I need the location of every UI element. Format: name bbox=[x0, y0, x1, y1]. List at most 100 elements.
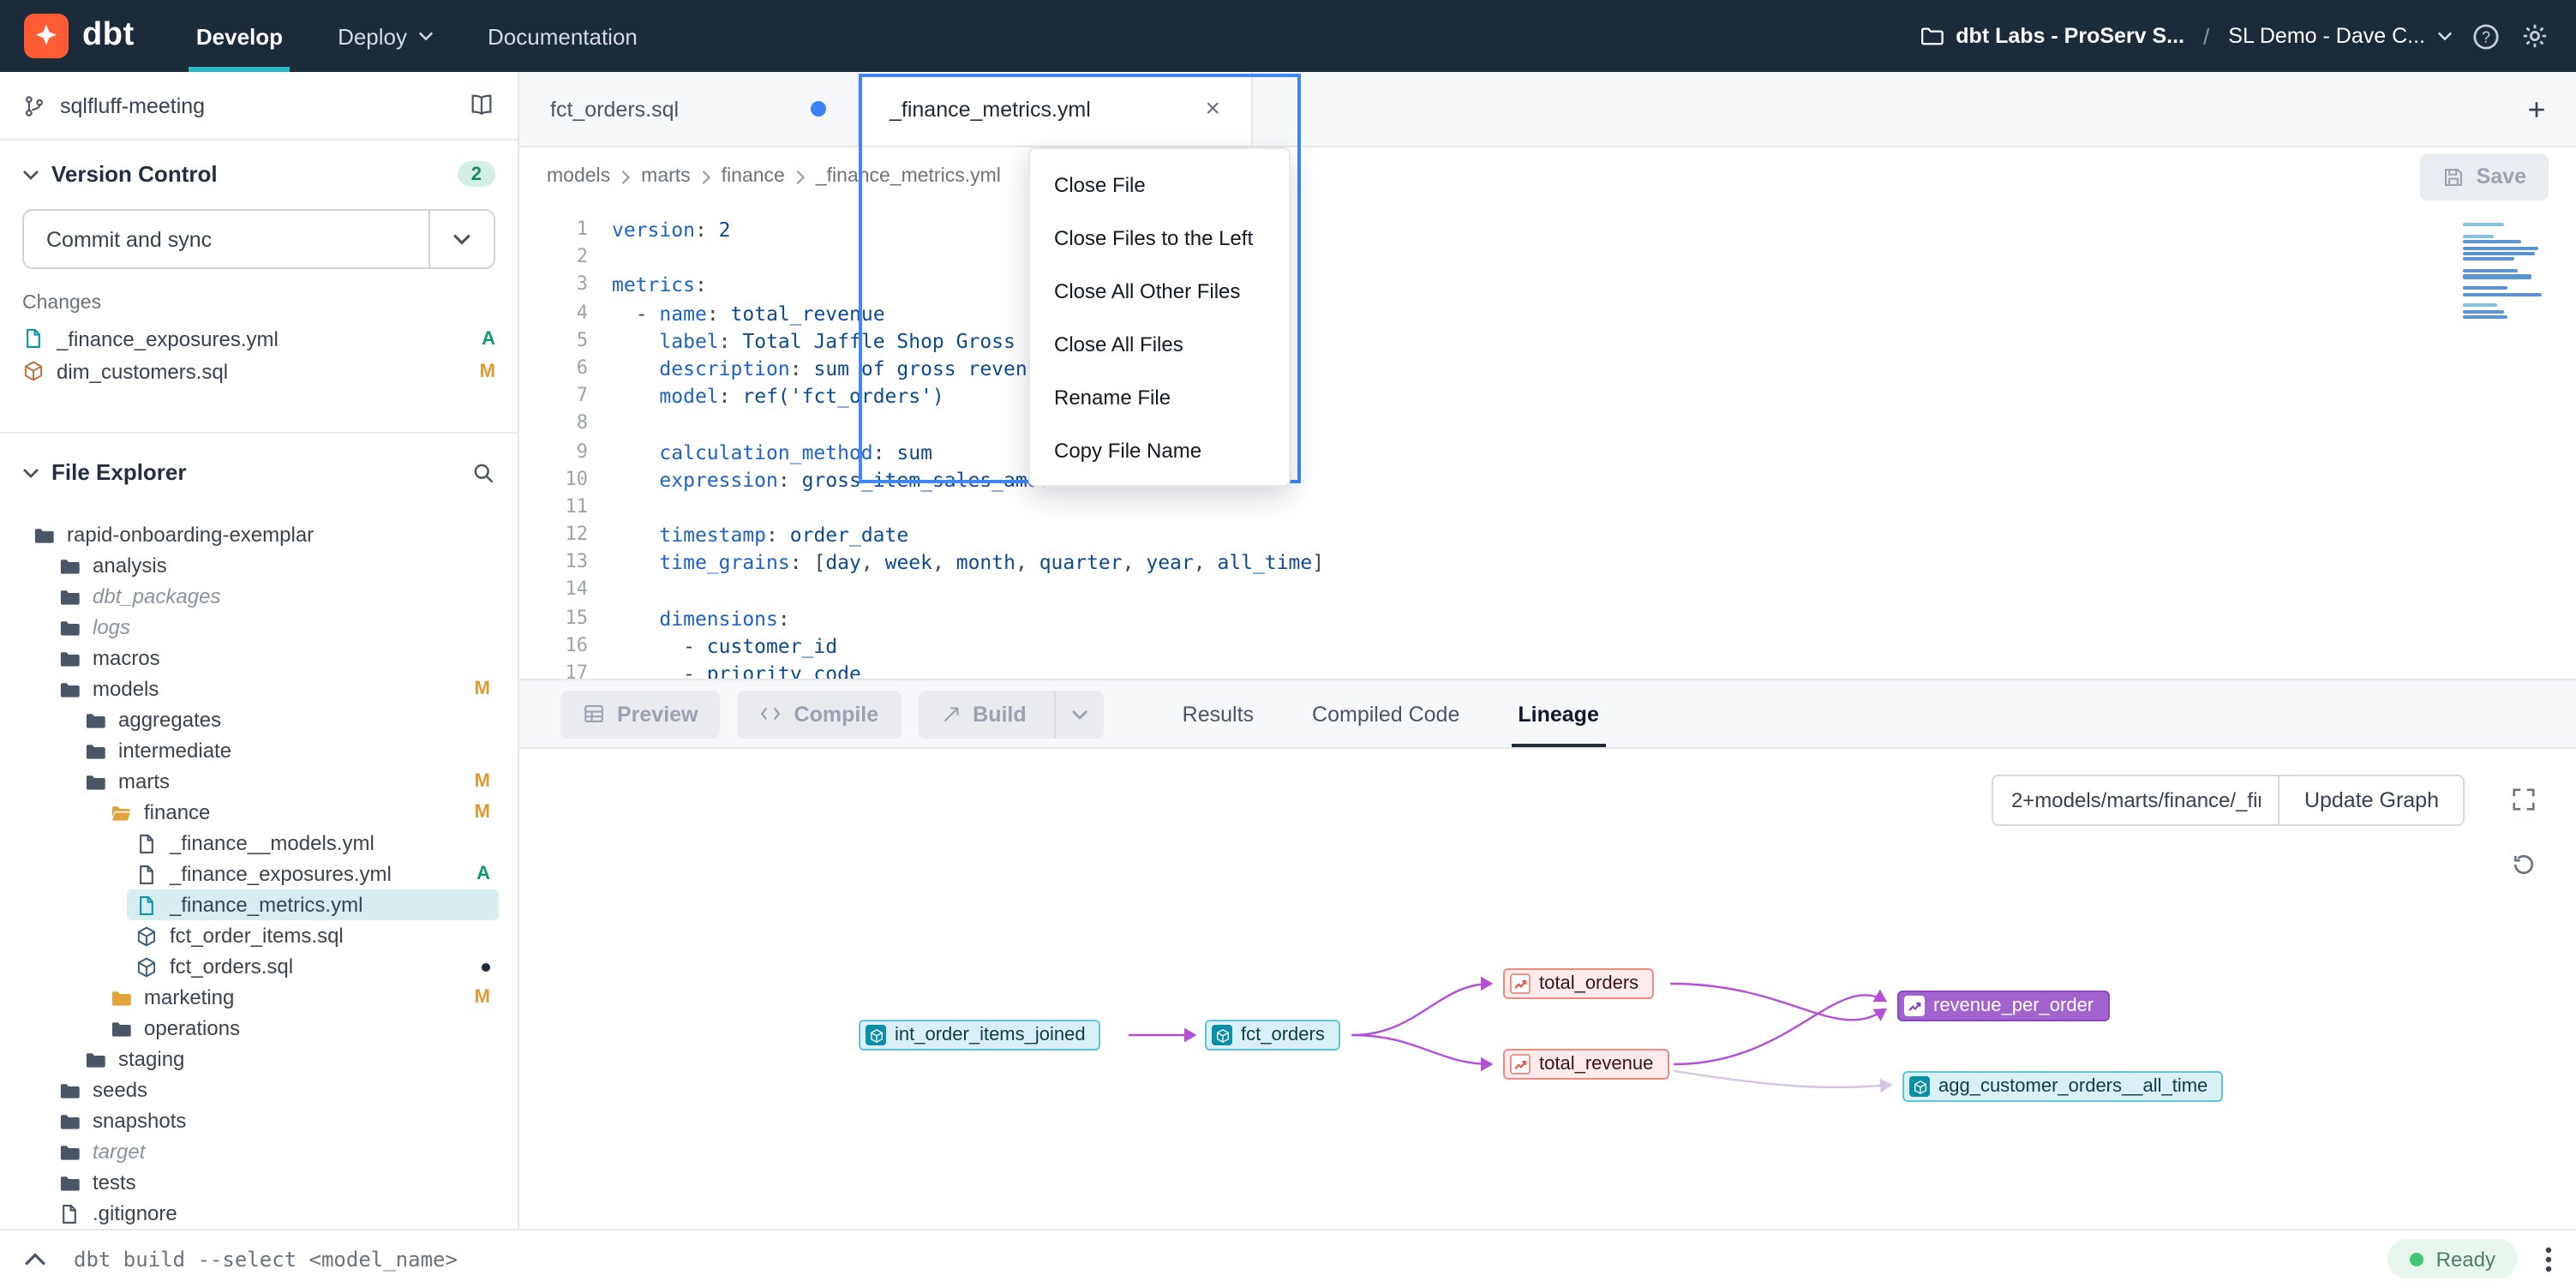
context-menu-item-rename-file[interactable]: Rename File bbox=[1030, 370, 1289, 423]
chevron-up-icon[interactable] bbox=[24, 1252, 46, 1266]
nav-tab-documentation[interactable]: Documentation bbox=[460, 0, 665, 72]
tree-item-finance[interactable]: financeM bbox=[0, 797, 518, 828]
tree-item-finance-models-yml[interactable]: _finance__models.yml bbox=[0, 828, 518, 859]
update-graph-button[interactable]: Update Graph bbox=[2279, 776, 2463, 824]
tree-item-marketing[interactable]: marketingM bbox=[0, 982, 518, 1013]
lineage-node-total-revenue[interactable]: total_revenue bbox=[1503, 1049, 1668, 1080]
folder-icon bbox=[84, 739, 106, 762]
preview-button[interactable]: Preview bbox=[560, 690, 721, 738]
lineage-filter-input[interactable] bbox=[1994, 776, 2279, 824]
code-brackets-icon bbox=[760, 703, 782, 725]
account-selector[interactable]: dbt Labs - ProServ S... bbox=[1920, 24, 2184, 48]
folder-icon bbox=[58, 1140, 81, 1163]
tree-item-staging[interactable]: staging bbox=[0, 1044, 518, 1074]
brand-text: dbt bbox=[82, 17, 135, 55]
breadcrumb: finance bbox=[722, 166, 785, 187]
tab-compiled-code[interactable]: Compiled Code bbox=[1312, 680, 1459, 747]
code-lines: version: 2 metrics: - name: total_revenu… bbox=[612, 216, 2473, 687]
nav-tab-deploy[interactable]: Deploy bbox=[310, 0, 460, 72]
build-options-chevron[interactable] bbox=[1054, 690, 1104, 738]
tree-item-aggregates[interactable]: aggregates bbox=[0, 704, 518, 735]
cube-icon bbox=[135, 925, 158, 947]
tree-item-rapid-onboarding-exemplar[interactable]: rapid-onboarding-exemplar bbox=[0, 519, 518, 550]
tree-item-gitignore[interactable]: .gitignore bbox=[0, 1198, 518, 1229]
status-badge: M bbox=[464, 771, 490, 792]
chevron-down-icon bbox=[2437, 31, 2453, 41]
folder-icon bbox=[110, 1017, 132, 1039]
context-menu-item-close-all-other-files[interactable]: Close All Other Files bbox=[1030, 264, 1289, 317]
changes-count-badge: 2 bbox=[458, 161, 495, 187]
project-selector[interactable]: SL Demo - Dave C... bbox=[2228, 24, 2453, 48]
file-explorer-header[interactable]: File Explorer bbox=[0, 434, 518, 509]
lineage-node-int-order-items-joined[interactable]: int_order_items_joined bbox=[859, 1020, 1101, 1051]
tree-item-analysis[interactable]: analysis bbox=[0, 550, 518, 581]
status-badge: M bbox=[464, 679, 490, 699]
commit-options-chevron[interactable] bbox=[428, 211, 494, 267]
tab-lineage[interactable]: Lineage bbox=[1518, 680, 1599, 747]
dbt-logo[interactable]: dbt bbox=[0, 14, 169, 58]
file-icon bbox=[135, 863, 158, 885]
change-item-finance-exposures-yml[interactable]: _finance_exposures.ymlA bbox=[0, 322, 518, 355]
folder-icon bbox=[84, 709, 106, 731]
context-menu-item-copy-file-name[interactable]: Copy File Name bbox=[1030, 423, 1289, 476]
folder-icon bbox=[58, 554, 81, 577]
folder-icon bbox=[58, 647, 81, 669]
version-control-header[interactable]: Version Control 2 bbox=[0, 141, 518, 197]
status-badge: M bbox=[464, 987, 490, 1008]
tree-item-macros[interactable]: macros bbox=[0, 643, 518, 673]
folder-icon bbox=[58, 585, 81, 608]
folder-icon bbox=[58, 616, 81, 638]
context-menu-item-close-file[interactable]: Close File bbox=[1030, 158, 1289, 211]
svg-text:?: ? bbox=[2482, 27, 2490, 45]
file-icon bbox=[58, 1202, 81, 1224]
reset-view-icon[interactable] bbox=[2501, 841, 2545, 886]
tree-item-finance-metrics-yml[interactable]: _finance_metrics.yml bbox=[0, 889, 518, 920]
cube-icon bbox=[135, 955, 158, 978]
tree-item-tests[interactable]: tests bbox=[0, 1167, 518, 1198]
model-cube-icon bbox=[1909, 1076, 1930, 1097]
tree-item-fct-orders-sql[interactable]: fct_orders.sql bbox=[0, 951, 518, 982]
search-icon[interactable] bbox=[471, 460, 495, 484]
build-button[interactable]: Build bbox=[918, 690, 1104, 738]
dbt-command-input[interactable] bbox=[74, 1247, 2361, 1271]
change-item-dim-customers-sql[interactable]: dim_customers.sqlM bbox=[0, 355, 518, 387]
tree-item-finance-exposures-yml[interactable]: _finance_exposures.ymlA bbox=[0, 859, 518, 889]
settings-gear-icon[interactable] bbox=[2519, 21, 2549, 51]
editor-tab-finance-metrics-yml[interactable]: _finance_metrics.yml × bbox=[859, 72, 1253, 146]
tree-item-logs[interactable]: logs bbox=[0, 612, 518, 643]
close-icon[interactable]: × bbox=[1205, 96, 1220, 122]
git-branch-icon bbox=[22, 93, 46, 117]
context-menu-item-close-files-to-the-left[interactable]: Close Files to the Left bbox=[1030, 211, 1289, 264]
fullscreen-icon[interactable] bbox=[2501, 776, 2545, 821]
tree-item-target[interactable]: target bbox=[0, 1136, 518, 1167]
lineage-node-fct-orders[interactable]: fct_orders bbox=[1205, 1020, 1340, 1051]
code-editor[interactable]: 1234567891011121314151617 version: 2 met… bbox=[519, 206, 2576, 679]
commit-and-sync-button[interactable]: Commit and sync bbox=[22, 209, 495, 269]
tab-results[interactable]: Results bbox=[1183, 680, 1254, 747]
unsaved-indicator-dot bbox=[811, 101, 826, 117]
tree-item-dbt-packages[interactable]: dbt_packages bbox=[0, 581, 518, 612]
version-control-section: Version Control 2 Commit and sync Change… bbox=[0, 141, 518, 434]
context-menu-item-close-all-files[interactable]: Close All Files bbox=[1030, 317, 1289, 370]
nav-tab-develop[interactable]: Develop bbox=[169, 0, 310, 72]
docs-book-icon[interactable] bbox=[468, 93, 495, 118]
kebab-menu-icon[interactable] bbox=[2545, 1245, 2552, 1272]
editor-tab-fct-orders-sql[interactable]: fct_orders.sql bbox=[519, 72, 859, 146]
new-tab-button[interactable] bbox=[2525, 97, 2549, 121]
compile-button[interactable]: Compile bbox=[738, 690, 902, 738]
lineage-node-revenue-per-order[interactable]: revenue_per_order bbox=[1897, 991, 2109, 1021]
tree-item-fct-order-items-sql[interactable]: fct_order_items.sql bbox=[0, 920, 518, 951]
status-dot bbox=[2411, 1252, 2424, 1266]
tree-item-operations[interactable]: operations bbox=[0, 1013, 518, 1044]
tree-item-intermediate[interactable]: intermediate bbox=[0, 735, 518, 766]
chevron-right-icon bbox=[701, 169, 711, 184]
save-button[interactable]: Save bbox=[2420, 153, 2549, 200]
folder-icon bbox=[58, 1110, 81, 1132]
tree-item-marts[interactable]: martsM bbox=[0, 766, 518, 797]
tree-item-snapshots[interactable]: snapshots bbox=[0, 1105, 518, 1136]
help-icon[interactable]: ? bbox=[2471, 21, 2501, 51]
lineage-node-agg-customer-orders-all-time[interactable]: agg_customer_orders__all_time bbox=[1902, 1071, 2223, 1102]
tree-item-seeds[interactable]: seeds bbox=[0, 1074, 518, 1105]
tree-item-models[interactable]: modelsM bbox=[0, 673, 518, 704]
lineage-node-total-orders[interactable]: total_orders bbox=[1503, 968, 1654, 999]
